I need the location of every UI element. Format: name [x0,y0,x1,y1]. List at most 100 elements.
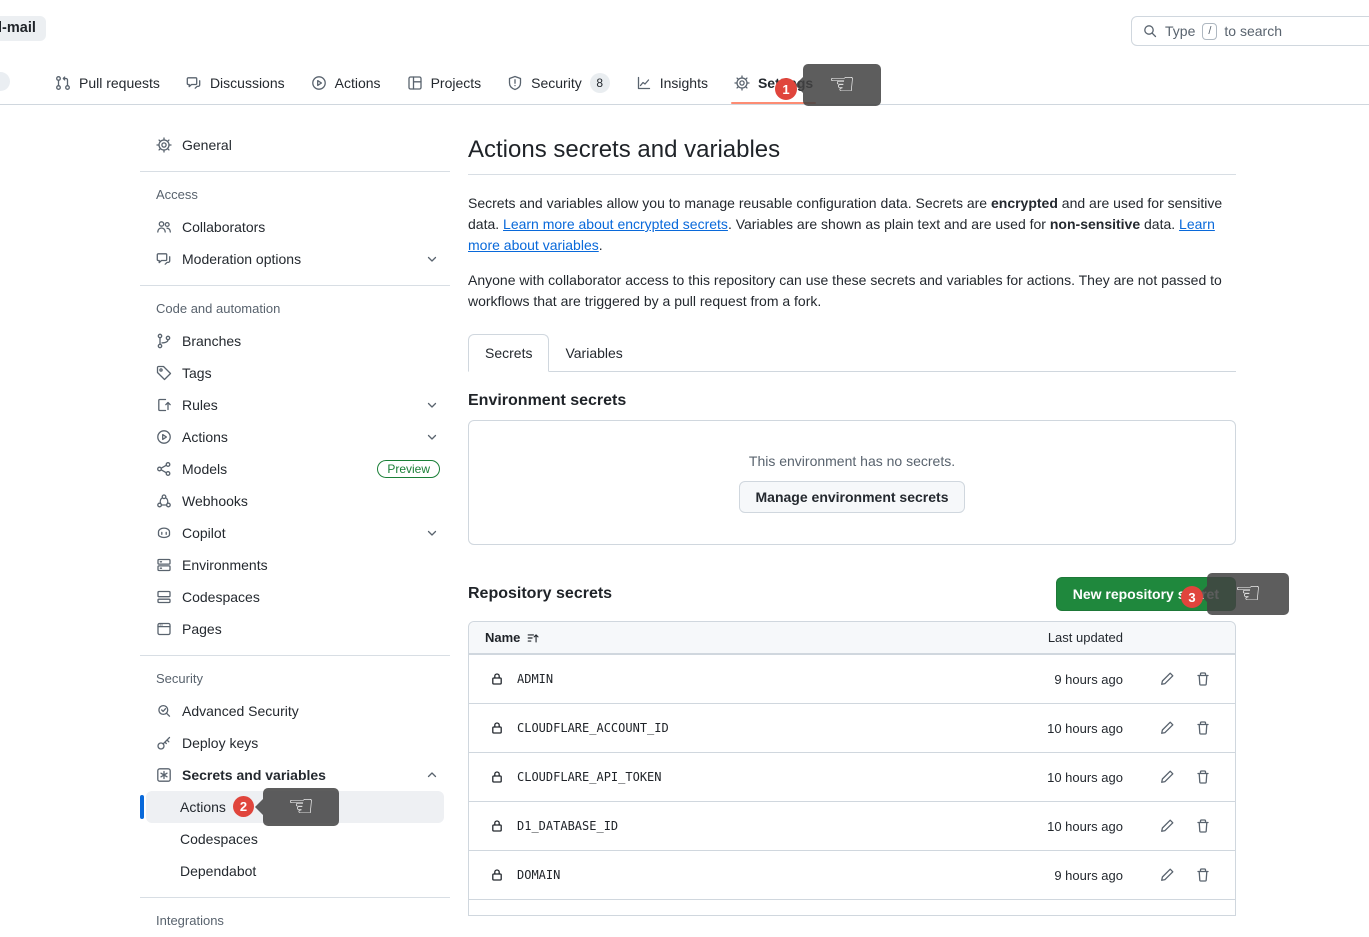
sidebar-item-secrets-and-variables[interactable]: Secrets and variables [140,759,450,791]
gear-icon [156,137,172,153]
secret-box-icon [156,767,172,783]
sidebar-item-general[interactable]: General [140,129,450,161]
sidebar-subitem-codespaces[interactable]: Codespaces [146,823,444,855]
repo-name-chip[interactable]: l-mail [0,16,46,41]
tab-variables[interactable]: Variables [549,334,638,371]
last-updated-value: 10 hours ago [1047,819,1123,834]
secret-name: DOMAIN [517,868,1054,882]
environment-secrets-heading: Environment secrets [468,392,1236,410]
delete-trash-icon[interactable] [1195,867,1211,883]
link-encrypted-secrets[interactable]: Learn more about encrypted secrets [503,216,728,232]
bold-non-sensitive: non-sensitive [1050,216,1140,232]
edit-pencil-icon[interactable] [1159,867,1175,883]
sidebar-item-tags[interactable]: Tags [140,357,450,389]
sidebar-item-codespaces[interactable]: Codespaces [140,581,450,613]
sidebar-item-rules[interactable]: Rules [140,389,450,421]
divider [140,655,450,656]
sidebar-item-label: Deploy keys [182,735,258,751]
intro-text: data. [1140,216,1179,232]
sidebar-item-branches[interactable]: Branches [140,325,450,357]
copilot-icon [156,525,172,541]
lock-icon [489,671,505,687]
delete-trash-icon[interactable] [1195,720,1211,736]
sidebar-item-advanced-security[interactable]: Advanced Security [140,695,450,727]
sidebar-item-label: Copilot [182,525,226,541]
sidebar-item-label: Models [182,461,227,477]
edit-pencil-icon[interactable] [1159,769,1175,785]
secret-name: ADMIN [517,672,1054,686]
hand-pointer-icon: ☜ [1235,579,1262,609]
intro-text: Secrets and variables allow you to manag… [468,195,991,211]
sidebar-item-collaborators[interactable]: Collaborators [140,211,450,243]
annotation-badge-1: 1 [775,78,797,100]
edit-pencil-icon[interactable] [1159,671,1175,687]
sidebar-item-moderation-options[interactable]: Moderation options [140,243,450,275]
codespaces-icon [156,589,172,605]
chevron-up-icon [424,767,440,783]
delete-trash-icon[interactable] [1195,818,1211,834]
last-updated-value: 9 hours ago [1054,868,1123,883]
last-updated-value: 9 hours ago [1054,672,1123,687]
sidebar-item-webhooks[interactable]: Webhooks [140,485,450,517]
intro-text: . [599,237,603,253]
pull-request-icon [55,75,71,91]
last-updated-value: 10 hours ago [1047,721,1123,736]
tab-secrets[interactable]: Secrets [468,334,549,372]
sidebar-item-pages[interactable]: Pages [140,613,450,645]
table-row: DOMAIN 9 hours ago [469,850,1235,899]
search-input[interactable]: Type / to search [1131,16,1369,46]
sidebar-item-deploy-keys[interactable]: Deploy keys [140,727,450,759]
manage-environment-secrets-button[interactable]: Manage environment secrets [739,481,966,513]
tab-label: Insights [660,75,708,91]
sidebar-item-environments[interactable]: Environments [140,549,450,581]
environment-secrets-empty-box: This environment has no secrets. Manage … [468,420,1236,545]
tab-security[interactable]: Security 8 [507,62,610,104]
sidebar-item-models[interactable]: Models Preview [140,453,450,485]
section-title-security: Security [140,661,450,695]
sidebar-item-label: Rules [182,397,218,413]
annotation-cursor-box-3: ☜ [1207,573,1289,615]
tab-pull-requests[interactable]: Pull requests [55,62,160,104]
table-row: ADMIN 9 hours ago [469,654,1235,703]
project-icon [407,75,423,91]
sidebar-item-label: Codespaces [182,589,260,605]
play-circle-icon [156,429,172,445]
tab-label: Pull requests [79,75,160,91]
sidebar-subitem-dependabot[interactable]: Dependabot [146,855,444,887]
tab-insights[interactable]: Insights [636,62,708,104]
edit-pencil-icon[interactable] [1159,818,1175,834]
main-content: Actions secrets and variables Secrets an… [468,125,1236,916]
gear-icon [734,75,750,91]
divider [140,285,450,286]
tag-icon [156,365,172,381]
sidebar-item-copilot[interactable]: Copilot [140,517,450,549]
sidebar-item-label: Tags [182,365,212,381]
sidebar-item-actions[interactable]: Actions [140,421,450,453]
models-icon [156,461,172,477]
hand-pointer-icon: ☜ [829,70,856,100]
security-count-badge: 8 [590,73,610,93]
repository-secrets-heading: Repository secrets [468,585,612,603]
tab-discussions[interactable]: Discussions [186,62,285,104]
secrets-variables-tabs: Secrets Variables [468,334,1236,372]
comment-discussion-icon [156,251,172,267]
tab-projects[interactable]: Projects [407,62,482,104]
table-row: CLOUDFLARE_ACCOUNT_ID 10 hours ago [469,703,1235,752]
sort-ascending-icon[interactable] [526,631,540,645]
section-title-integrations: Integrations [140,903,450,937]
tab-actions[interactable]: Actions [311,62,381,104]
section-title-access: Access [140,177,450,211]
lock-icon [489,818,505,834]
delete-trash-icon[interactable] [1195,769,1211,785]
annotation-badge-3: 3 [1181,586,1203,608]
play-circle-icon [311,75,327,91]
key-icon [156,735,172,751]
table-row-partial [469,899,1235,915]
rules-icon [156,397,172,413]
sidebar-item-label: Collaborators [182,219,265,235]
bold-encrypted: encrypted [991,195,1058,211]
edit-pencil-icon[interactable] [1159,720,1175,736]
graph-icon [636,75,652,91]
delete-trash-icon[interactable] [1195,671,1211,687]
divider [140,897,450,898]
